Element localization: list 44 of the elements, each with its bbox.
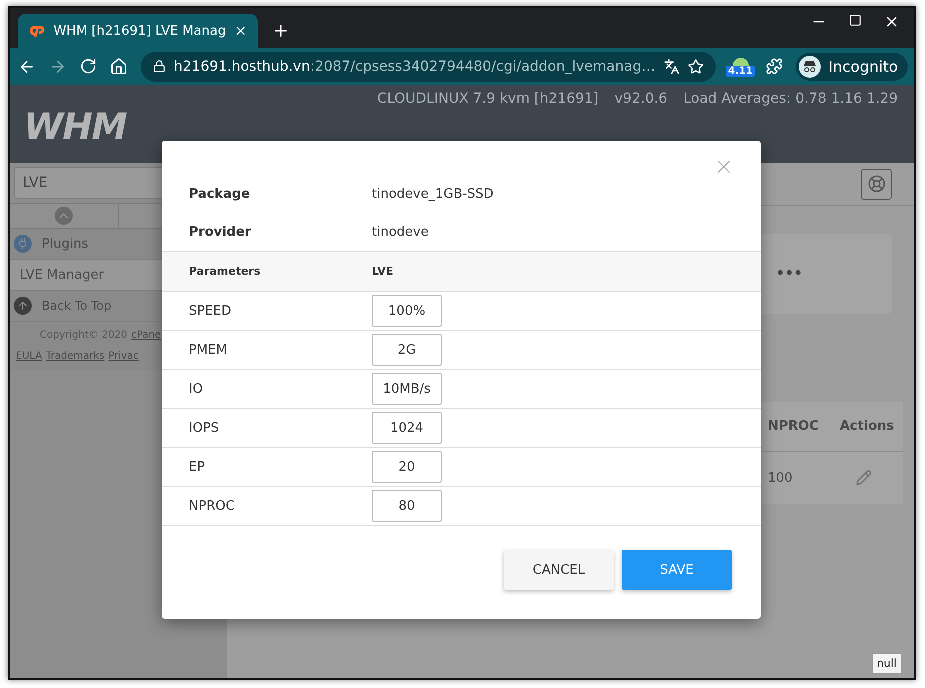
parameter-name: NPROC: [189, 498, 236, 514]
help-button[interactable]: [861, 168, 892, 200]
profile-button[interactable]: Incognito: [796, 52, 908, 80]
maximize-icon[interactable]: [849, 14, 862, 27]
plug-icon: [14, 235, 32, 253]
extension-badge: 4.11: [726, 66, 755, 77]
info-value: tinodeve_1GB-SSD: [372, 186, 495, 202]
browser-tab[interactable]: WHM [h21691] LVE Manag: [18, 14, 258, 48]
new-tab-icon[interactable]: [272, 22, 290, 40]
parameter-name: IOPS: [189, 420, 220, 436]
lifebuoy-icon: [868, 175, 886, 193]
table-cell-text: 100: [767, 470, 794, 486]
parameter-input[interactable]: 1024: [372, 412, 442, 444]
column-header: LVE: [372, 265, 395, 278]
incognito-icon: [798, 56, 821, 78]
parameter-name: EP: [189, 460, 206, 474]
server-info: Load Averages: 0.78 1.16 1.29: [684, 91, 898, 107]
parameter-input[interactable]: 10MB/s: [372, 373, 442, 405]
parameter-input[interactable]: 2G: [372, 334, 442, 366]
translate-icon[interactable]: [664, 58, 680, 74]
server-info: v92.0.6: [614, 91, 668, 107]
parameter-name: PMEM: [189, 342, 228, 358]
more-menu[interactable]: •••: [776, 266, 803, 282]
parameter-input[interactable]: 20: [372, 451, 442, 483]
up-icon: [54, 207, 73, 225]
lock-icon: [153, 60, 166, 73]
extensions-icon[interactable]: [766, 58, 783, 75]
info-value: tinodeve: [372, 224, 430, 240]
close-icon[interactable]: [234, 24, 248, 38]
cancel-button[interactable]: CANCEL: [504, 550, 614, 590]
home-icon[interactable]: [110, 58, 128, 76]
android-icon[interactable]: [732, 56, 750, 66]
logo-icon: [28, 24, 46, 38]
null-badge: null: [872, 653, 902, 674]
column-header: Actions: [839, 419, 896, 434]
whm-logo: WHM: [24, 107, 127, 148]
reload-icon[interactable]: [80, 58, 97, 75]
column-header: NPROC: [767, 419, 820, 434]
parameter-input[interactable]: 100%: [372, 295, 442, 327]
parameter-input[interactable]: 80: [372, 490, 442, 522]
server-info: CLOUDLINUX 7.9 kvm [h21691]: [377, 91, 599, 107]
parameter-name: IO: [189, 382, 204, 396]
star-icon[interactable]: [688, 58, 704, 74]
address-bar[interactable]: h21691.hosthub.vn:2087/cpsess3402794480/cgi/addon_lvemanag…: [141, 52, 716, 82]
